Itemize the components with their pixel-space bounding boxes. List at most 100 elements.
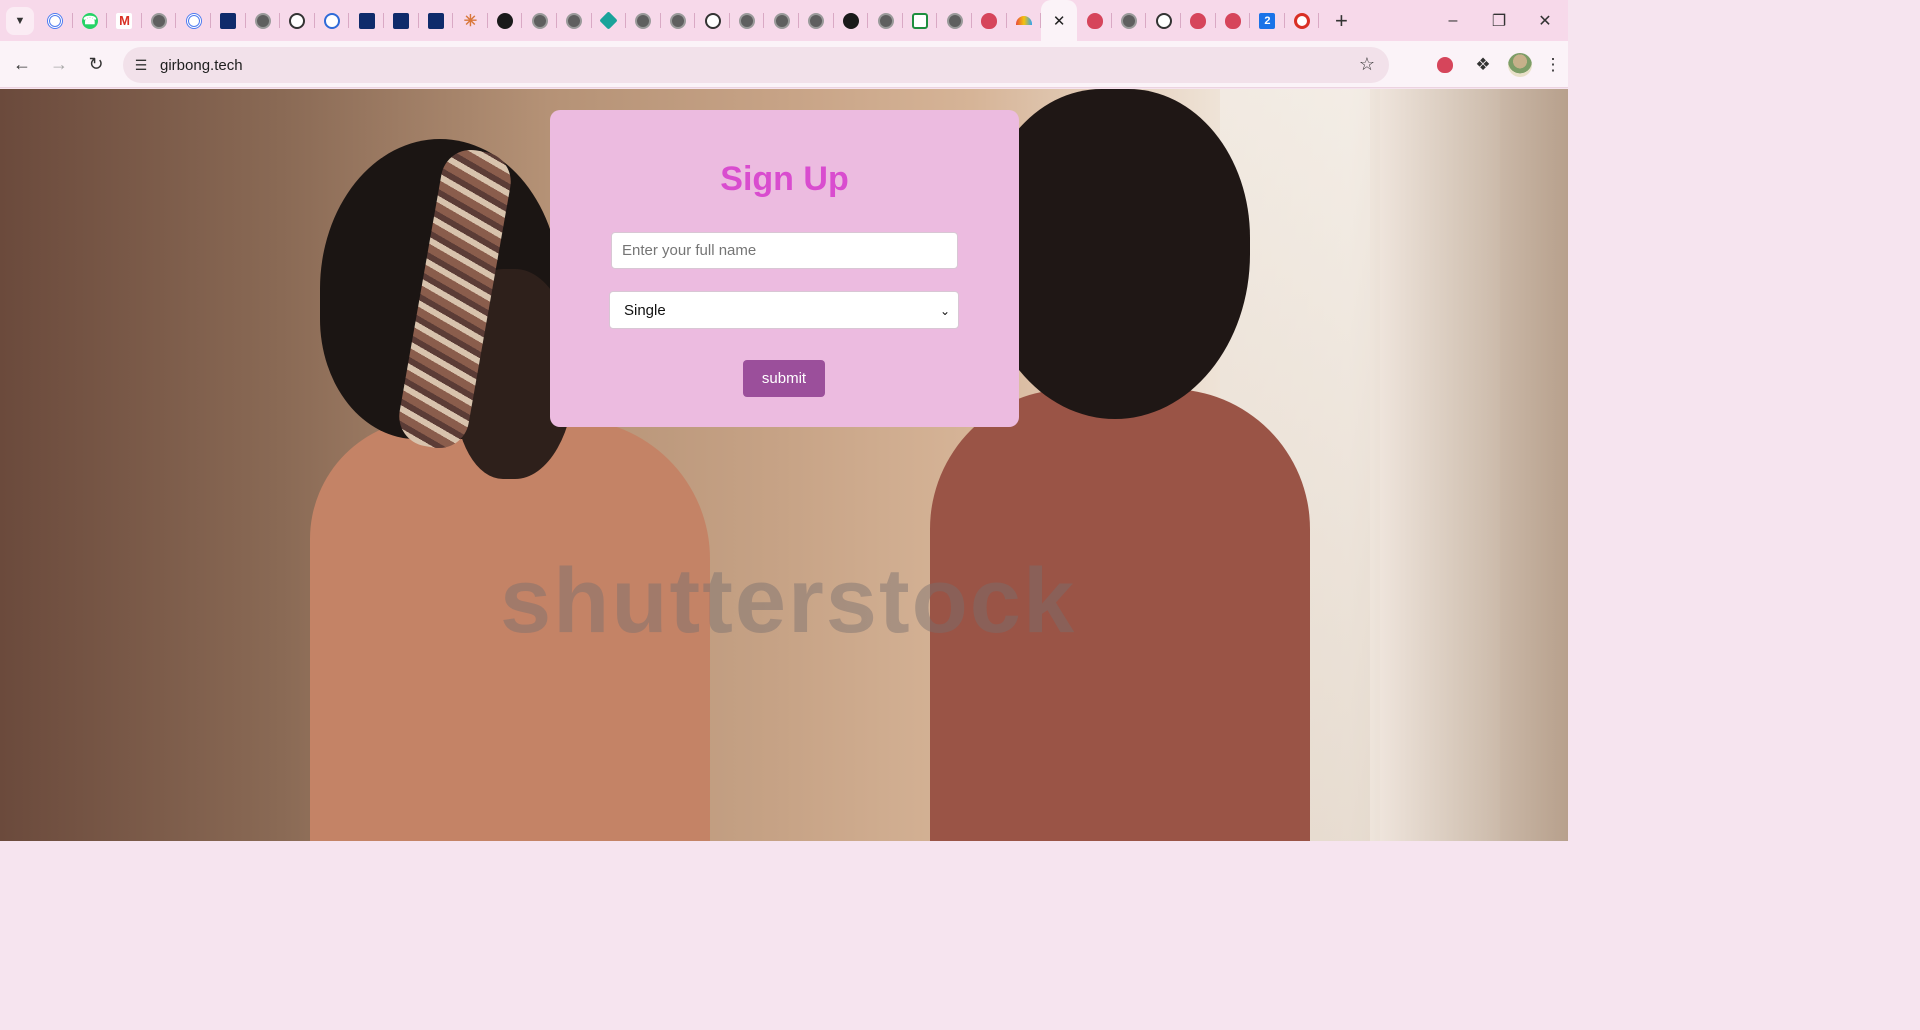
browser-tab[interactable] [1146,0,1181,41]
browser-tab[interactable] [1285,0,1320,41]
chatgpt-icon [1155,12,1172,29]
globe-icon [946,12,963,29]
browser-tab[interactable]: M [107,0,142,41]
browser-tab[interactable] [38,0,73,41]
browser-tab[interactable] [488,0,523,41]
back-button[interactable]: ← [4,46,40,82]
globe-icon [773,12,790,29]
diamond-icon [599,11,618,30]
window-controls: – ❐ ✕ [1430,0,1568,41]
status-select[interactable]: Single ⌄ [609,291,959,329]
close-window-button[interactable]: ✕ [1522,0,1568,41]
tab-active[interactable]: ✕ [1041,0,1078,41]
browser-tab[interactable]: ☎ [73,0,108,41]
reload-button[interactable]: ↻ [78,46,114,82]
browser-toolbar: ← → ↻ ☰ girbong.tech ☆ ❖ ⋮ [0,41,1568,88]
browser-tab[interactable] [937,0,972,41]
status-select-value: Single [624,301,666,319]
browser-tab[interactable] [868,0,903,41]
browser-tab[interactable] [176,0,211,41]
rainbow-icon [1015,16,1032,25]
github-icon [842,12,859,29]
globe-icon [635,12,652,29]
browser-tab[interactable] [730,0,765,41]
browser-tab[interactable] [384,0,419,41]
forward-button[interactable]: → [41,46,77,82]
browser-tab[interactable] [972,0,1007,41]
background-person-right-head [980,89,1250,419]
browser-tab[interactable] [419,0,454,41]
dark-square-icon [427,12,444,29]
close-icon[interactable]: ✕ [1053,12,1066,30]
browser-tab[interactable] [903,0,938,41]
browser-tab[interactable] [1077,0,1112,41]
star-icon: ✳ [463,12,478,30]
browser-tab[interactable] [592,0,627,41]
toolbar-actions: ❖ ⋮ [1426,41,1568,88]
browser-tab[interactable] [142,0,177,41]
chatgpt-icon [289,12,306,29]
watermark-text: shutterstock [500,550,1077,652]
gmail-icon: M [116,12,133,29]
browser-tab[interactable] [695,0,730,41]
browser-tab[interactable] [246,0,281,41]
chevron-down-icon: ▼ [14,14,26,27]
globe-icon [739,12,756,29]
browser-tab[interactable] [280,0,315,41]
profile-avatar[interactable] [1508,52,1532,77]
browser-tab[interactable] [557,0,592,41]
signup-title: Sign Up [720,160,849,198]
browser-tab[interactable] [1112,0,1147,41]
globe-icon [877,12,894,29]
browser-tab[interactable] [315,0,350,41]
background-pillar [1380,89,1500,841]
browser-tab[interactable] [1216,0,1251,41]
record-icon [1294,12,1311,29]
calendar-icon: 2 [1259,12,1276,29]
restore-button[interactable]: ❐ [1476,0,1522,41]
browser-tab[interactable] [626,0,661,41]
browser-tab[interactable] [349,0,384,41]
full-name-input[interactable] [611,232,958,269]
browser-tab[interactable] [211,0,246,41]
dark-square-icon [358,12,375,29]
globe-icon [151,12,168,29]
ring-icon [185,12,202,29]
url-text[interactable]: girbong.tech [160,57,243,74]
globe-icon [669,12,686,29]
browser-tab[interactable] [661,0,696,41]
address-bar[interactable]: ☰ girbong.tech ☆ [123,47,1389,83]
blob-icon [1224,12,1241,29]
browser-tab[interactable] [764,0,799,41]
tab-list: ☎ M ✳ ✕ 2 [38,0,1319,41]
refresh-icon [324,12,341,29]
new-tab-button[interactable]: + [1327,8,1355,34]
browser-tab[interactable] [799,0,834,41]
chevron-down-icon: ⌄ [939,304,950,318]
site-info-icon[interactable]: ☰ [126,50,156,80]
browser-tab[interactable]: 2 [1250,0,1285,41]
extension-blob-icon[interactable] [1426,47,1464,83]
signup-card: Sign Up Single ⌄ submit [550,110,1019,427]
page-content: shutterstock Sign Up Single ⌄ submit [0,89,1568,841]
browser-tab[interactable] [1181,0,1216,41]
tab-strip: ▼ ☎ M ✳ ✕ 2 + – ❐ ✕ [0,0,1568,41]
browser-tab[interactable] [1007,0,1042,41]
globe-icon [566,12,583,29]
blob-icon [981,12,998,29]
bookmark-star-icon[interactable]: ☆ [1359,54,1375,75]
extensions-puzzle-icon[interactable]: ❖ [1464,47,1502,83]
browser-tab[interactable] [834,0,869,41]
chrome-icon [808,12,825,29]
tab-search-button[interactable]: ▼ [6,6,34,35]
browser-tab[interactable] [522,0,557,41]
dark-square-icon [393,12,410,29]
submit-button[interactable]: submit [743,360,825,397]
blob-icon [1086,12,1103,29]
minimize-button[interactable]: – [1430,0,1476,41]
ring-icon [47,12,64,29]
browser-tab[interactable]: ✳ [453,0,488,41]
menu-kebab-icon[interactable]: ⋮ [1538,47,1568,83]
globe-icon [1121,12,1138,29]
meet-icon [912,12,929,29]
